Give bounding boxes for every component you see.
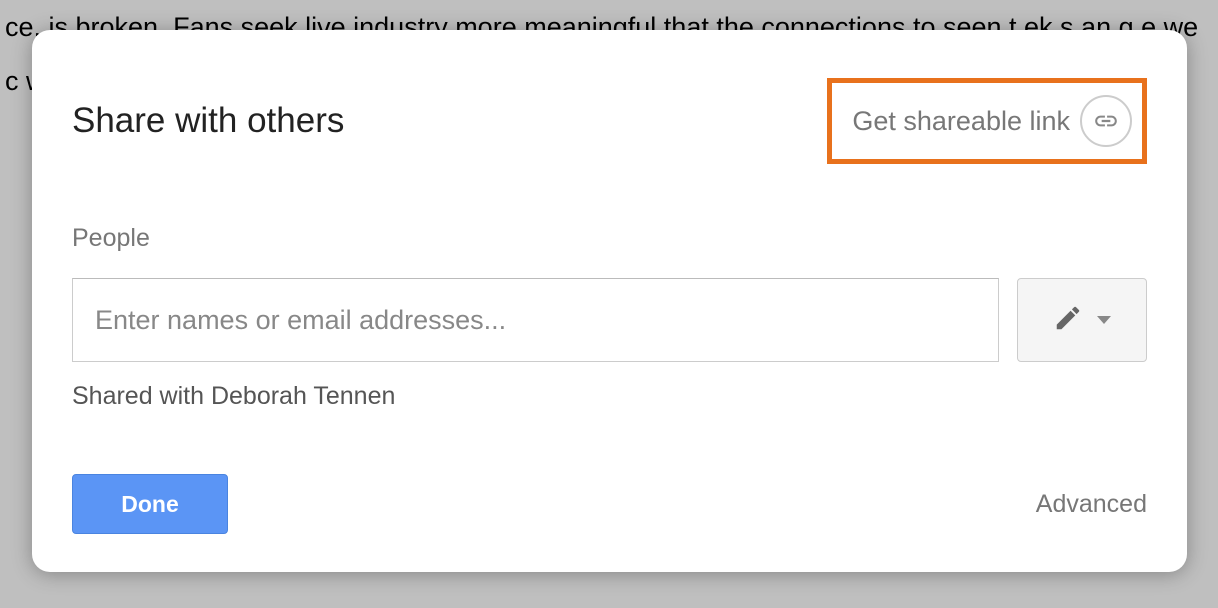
advanced-link[interactable]: Advanced xyxy=(1036,490,1147,519)
people-section-label: People xyxy=(72,224,1147,253)
shareable-link-label: Get shareable link xyxy=(852,106,1070,137)
shared-with-text: Shared with Deborah Tennen xyxy=(72,382,1147,411)
dialog-header: Share with others Get shareable link xyxy=(72,78,1147,164)
get-shareable-link-button[interactable]: Get shareable link xyxy=(827,78,1147,164)
permission-dropdown-button[interactable] xyxy=(1017,278,1147,362)
people-input-row xyxy=(72,278,1147,362)
share-dialog: Share with others Get shareable link Peo… xyxy=(32,30,1187,572)
dialog-title: Share with others xyxy=(72,101,344,141)
dialog-footer: Done Advanced xyxy=(72,474,1147,534)
pencil-icon xyxy=(1053,303,1083,338)
chevron-down-icon xyxy=(1097,316,1111,324)
done-button[interactable]: Done xyxy=(72,474,228,534)
link-icon xyxy=(1080,95,1132,147)
people-input[interactable] xyxy=(72,278,999,362)
